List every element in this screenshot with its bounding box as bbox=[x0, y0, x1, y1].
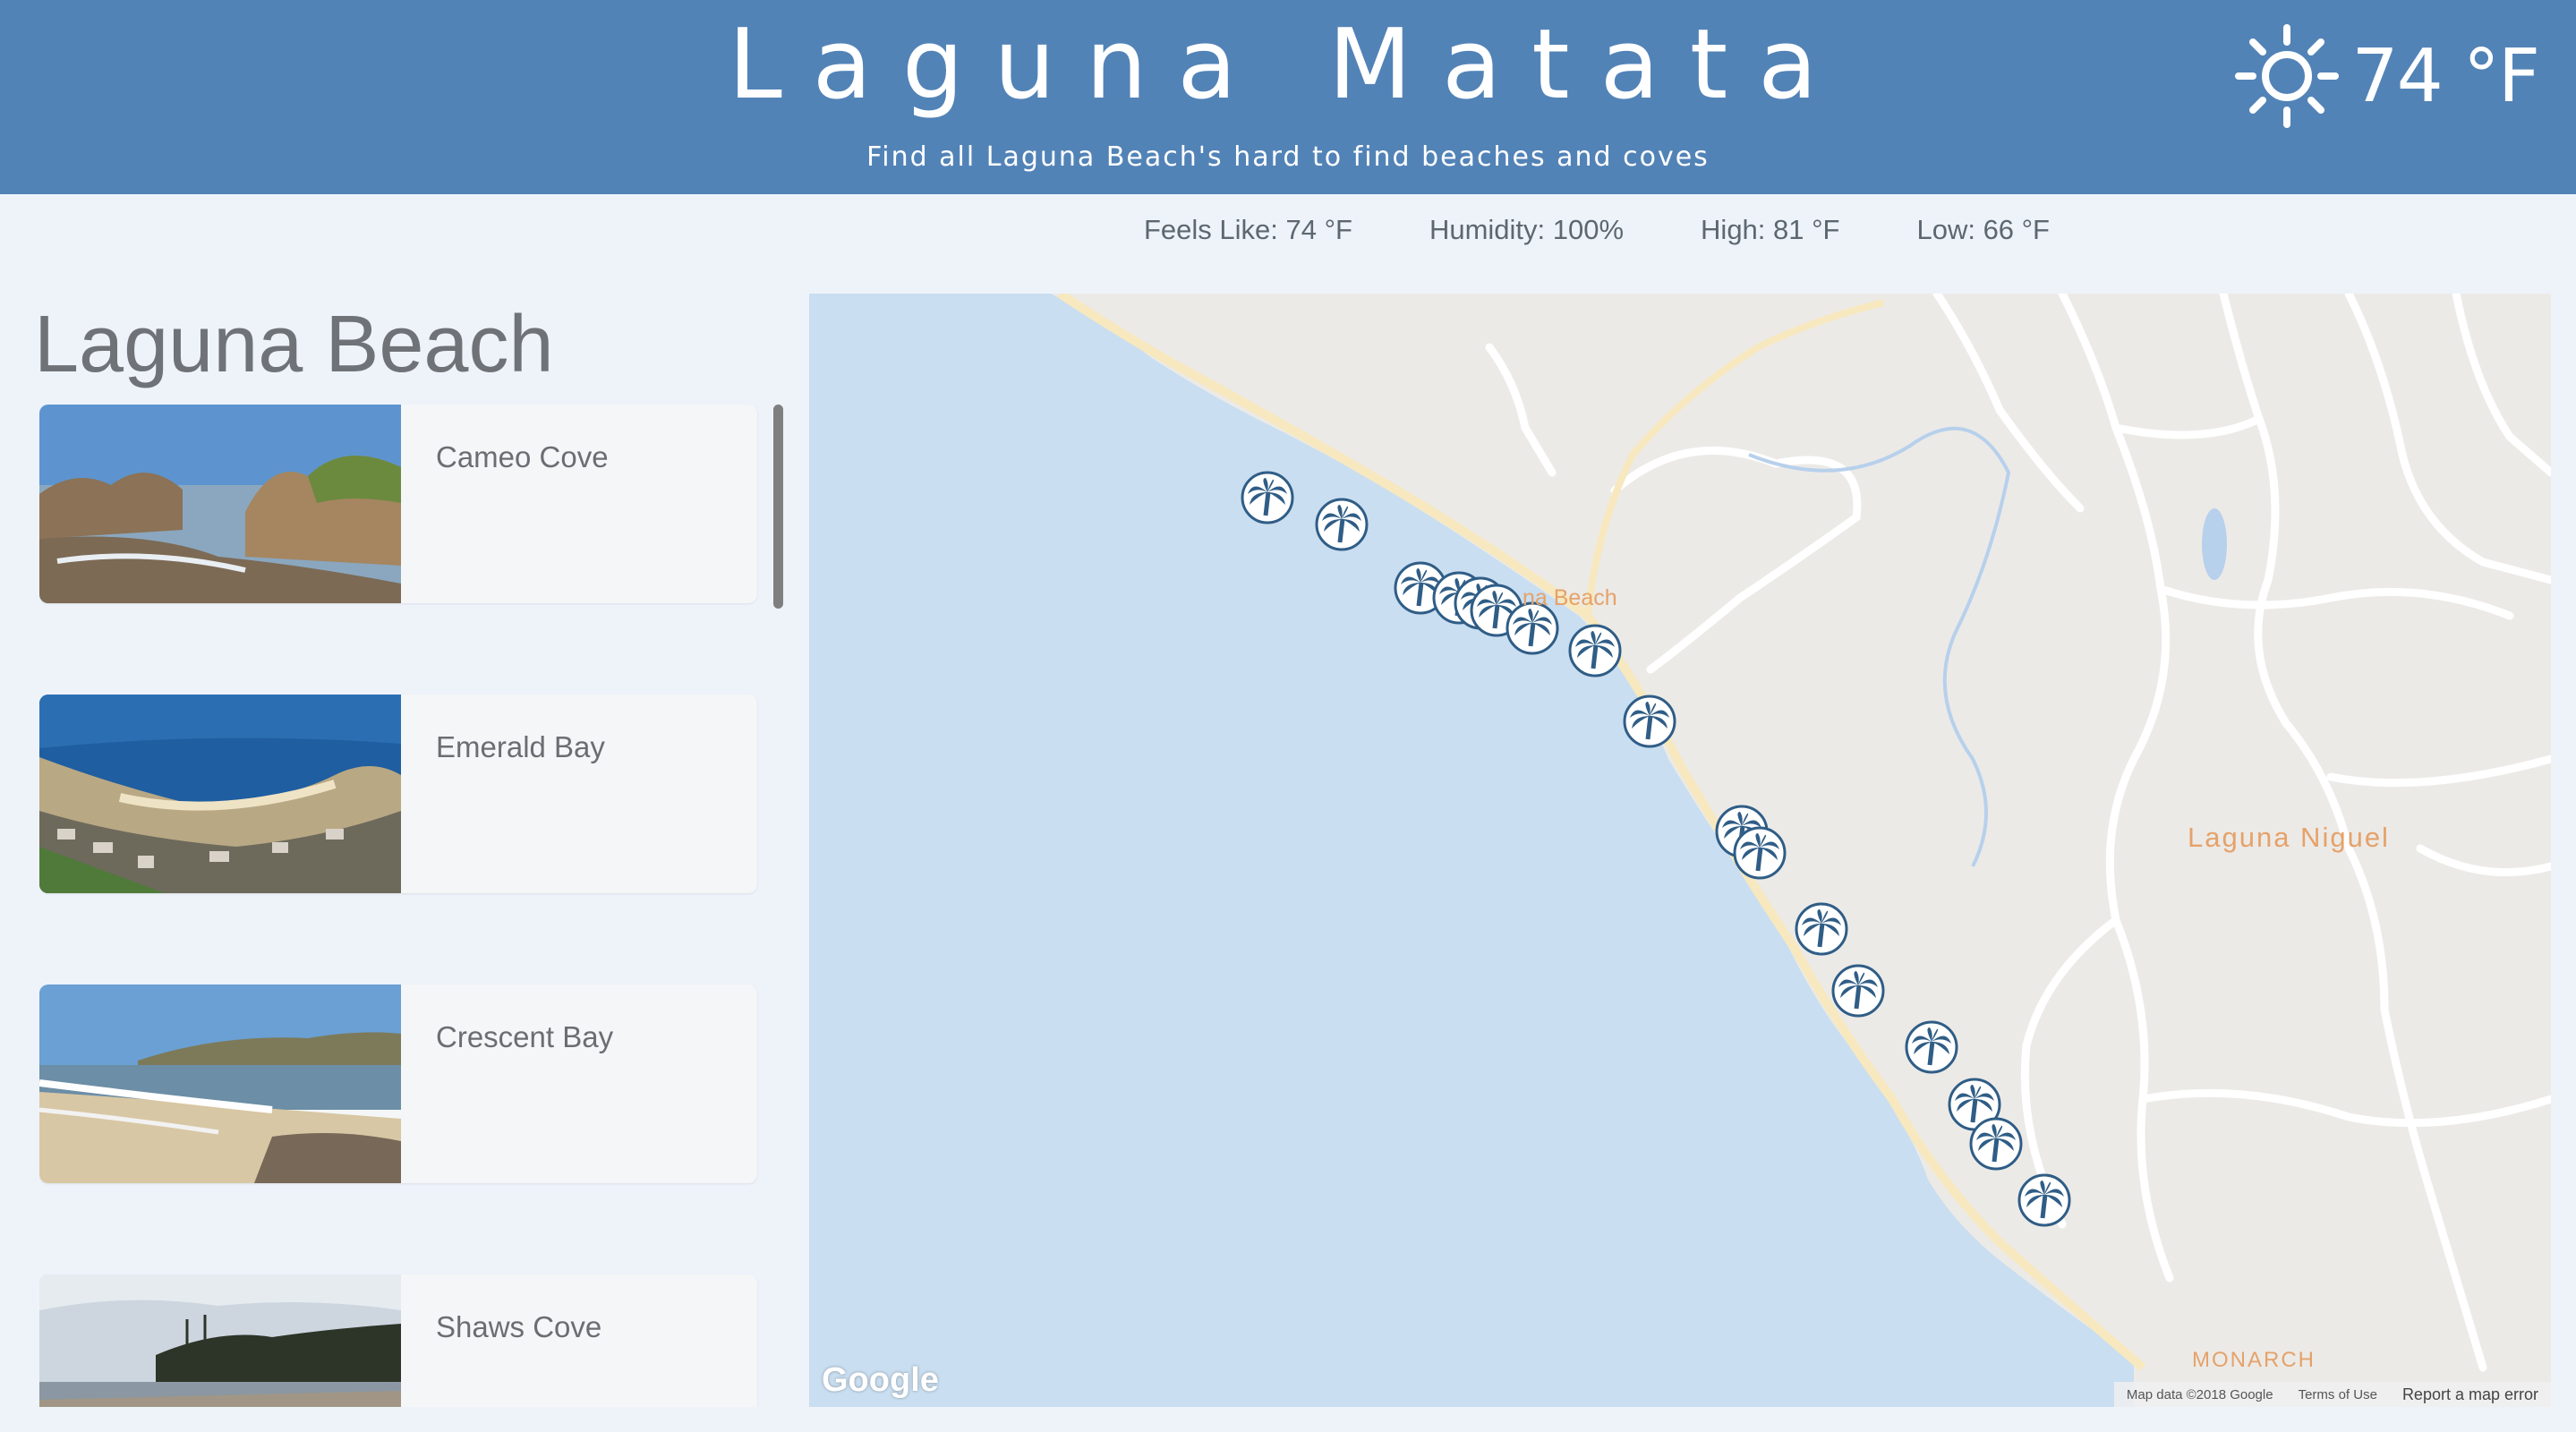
sidebar-title: Laguna Beach bbox=[34, 300, 554, 389]
high-temp: High: 81 °F bbox=[1701, 214, 1840, 245]
map-label-city: na Beach bbox=[1523, 585, 1617, 610]
beach-card-shaws-cove[interactable]: Shaws Cove bbox=[39, 1274, 757, 1407]
map-data-credit: Map data ©2018 Google bbox=[2126, 1386, 2273, 1402]
map-footer: Map data ©2018 Google Terms of Use Repor… bbox=[2113, 1382, 2551, 1407]
sun-icon bbox=[2233, 22, 2341, 130]
feels-like: Feels Like: 74 °F bbox=[1144, 214, 1352, 245]
palm-tree-icon[interactable] bbox=[1796, 904, 1847, 954]
palm-tree-icon[interactable] bbox=[1625, 696, 1675, 746]
beach-photo bbox=[39, 695, 401, 893]
beach-card-emerald-bay[interactable]: Emerald Bay bbox=[39, 695, 757, 893]
beach-name: Cameo Cove bbox=[436, 440, 609, 473]
map-label-monarch: MONARCH bbox=[2192, 1348, 2316, 1372]
palm-tree-icon[interactable] bbox=[1971, 1119, 2021, 1169]
palm-tree-icon[interactable] bbox=[1735, 828, 1785, 878]
palm-tree-icon[interactable] bbox=[1570, 626, 1620, 676]
weather-details: Feels Like: 74 °F Humidity: 100% High: 8… bbox=[1144, 208, 2050, 252]
map-label-laguna-niguel: Laguna Niguel bbox=[2188, 822, 2390, 853]
palm-tree-icon[interactable] bbox=[1317, 499, 1367, 550]
beach-card-crescent-bay[interactable]: Crescent Bay bbox=[39, 984, 757, 1183]
palm-tree-icon[interactable] bbox=[1906, 1022, 1957, 1072]
palm-tree-icon[interactable] bbox=[1833, 966, 1883, 1016]
beach-map[interactable]: na Beach Laguna Niguel MONARCH Google Ma… bbox=[809, 294, 2551, 1407]
beach-name: Crescent Bay bbox=[436, 1020, 614, 1053]
terms-link[interactable]: Terms of Use bbox=[2286, 1387, 2390, 1402]
beach-list-scrollbar[interactable] bbox=[773, 405, 783, 609]
beach-card-cameo-cove[interactable]: Cameo Cove bbox=[39, 405, 757, 603]
palm-tree-icon[interactable] bbox=[1242, 473, 1292, 523]
google-logo: Google bbox=[822, 1361, 939, 1399]
humidity: Humidity: 100% bbox=[1429, 214, 1625, 245]
app-subtitle: Find all Laguna Beach's hard to find bea… bbox=[866, 141, 1710, 173]
current-weather: 74 °F bbox=[2233, 18, 2540, 134]
app-title: Laguna Matata bbox=[728, 9, 1848, 121]
beach-list[interactable]: Cameo Cove Emerald Bay Crescent Bay Shaw… bbox=[39, 405, 782, 1407]
beach-name: Emerald Bay bbox=[436, 730, 605, 763]
app-header: Laguna Matata Find all Laguna Beach's ha… bbox=[0, 0, 2576, 194]
beach-photo bbox=[39, 984, 401, 1183]
current-temperature: 74 °F bbox=[2351, 33, 2540, 119]
low-temp: Low: 66 °F bbox=[1916, 214, 2050, 245]
palm-tree-icon[interactable] bbox=[2019, 1175, 2069, 1225]
beach-photo bbox=[39, 405, 401, 603]
beach-name: Shaws Cove bbox=[436, 1310, 602, 1343]
beach-photo bbox=[39, 1274, 401, 1407]
report-map-error-link[interactable]: Report a map error bbox=[2390, 1385, 2551, 1404]
